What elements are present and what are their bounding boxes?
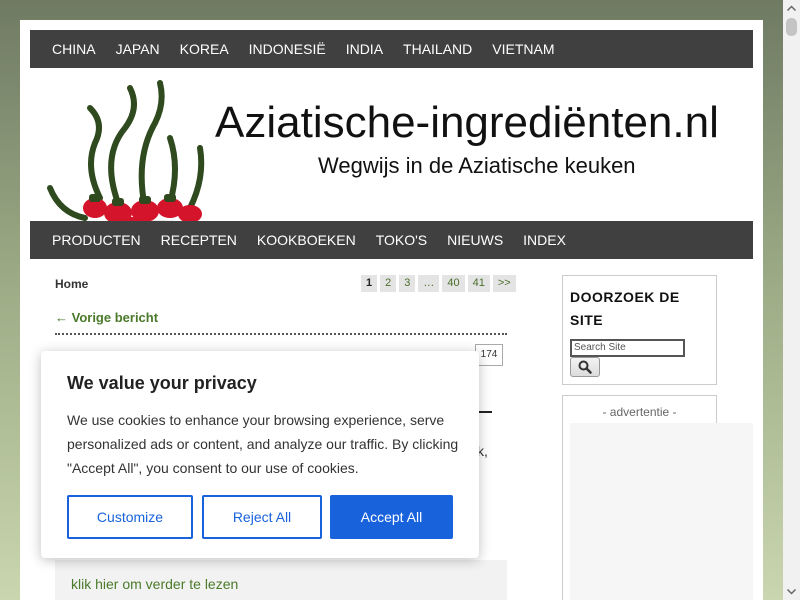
page-40[interactable]: 40 <box>442 275 465 292</box>
page-next[interactable]: >> <box>492 275 516 292</box>
nav-item-index[interactable]: INDEX <box>513 221 576 259</box>
main-nav: PRODUCTEN RECEPTEN KOOKBOEKEN TOKO'S NIE… <box>30 221 753 259</box>
top-nav: CHINA JAPAN KOREA INDONESIË INDIA THAILA… <box>30 30 753 68</box>
scrollbar[interactable] <box>783 0 800 600</box>
site-subtitle: Wegwijs in de Aziatische keuken <box>318 153 636 178</box>
customize-button[interactable]: Customize <box>67 495 193 539</box>
page-2[interactable]: 2 <box>380 275 397 292</box>
search-widget: DOORZOEK DE SITE Search Site <box>562 275 717 385</box>
nav-item-producten[interactable]: PRODUCTEN <box>30 221 151 259</box>
scroll-up-arrow-icon[interactable] <box>783 0 800 17</box>
scrollbar-thumb[interactable] <box>786 18 797 36</box>
search-widget-title: DOORZOEK DE SITE <box>570 289 680 328</box>
pagination: 1 2 3 … 40 41 >> <box>361 275 516 292</box>
nav-item-vietnam[interactable]: VIETNAM <box>482 30 564 68</box>
nav-item-india[interactable]: INDIA <box>336 30 393 68</box>
ad-label: - advertentie - <box>602 405 677 419</box>
cookie-dialog-text: We use cookies to enhance your browsing … <box>67 412 459 476</box>
site-banner[interactable]: Aziatische-ingrediënten.nl Wegwijs in de… <box>30 68 753 241</box>
nav-item-nieuws[interactable]: NIEUWS <box>437 221 513 259</box>
page-ellipsis: … <box>418 275 440 292</box>
nav-item-tokos[interactable]: TOKO'S <box>366 221 437 259</box>
site-title: Aziatische-ingrediënten.nl <box>215 98 719 147</box>
nav-item-china[interactable]: CHINA <box>30 30 106 68</box>
nav-item-thailand[interactable]: THAILAND <box>393 30 482 68</box>
page-1: 1 <box>361 275 378 292</box>
dotted-divider <box>55 333 507 335</box>
search-icon <box>578 360 592 374</box>
previous-post-link[interactable]: ← Vorige bericht <box>55 310 158 325</box>
nav-item-indonesie[interactable]: INDONESIË <box>239 30 336 68</box>
ad-widget: - advertentie - <box>562 395 753 600</box>
nav-item-korea[interactable]: KOREA <box>170 30 239 68</box>
search-button[interactable] <box>570 357 600 377</box>
read-more-link[interactable]: klik hier om verder te lezen <box>71 576 238 592</box>
breadcrumb-home[interactable]: Home <box>55 277 88 291</box>
accept-all-button[interactable]: Accept All <box>330 495 453 539</box>
nav-item-recepten[interactable]: RECEPTEN <box>151 221 247 259</box>
cookie-dialog-title: We value your privacy <box>67 373 257 393</box>
reject-all-button[interactable]: Reject All <box>202 495 322 539</box>
search-input[interactable]: Search Site <box>570 339 685 357</box>
nav-item-kookboeken[interactable]: KOOKBOEKEN <box>247 221 366 259</box>
page-41[interactable]: 41 <box>467 275 490 292</box>
cookie-consent-dialog: We value your privacy We use cookies to … <box>41 351 479 558</box>
nav-item-japan[interactable]: JAPAN <box>106 30 170 68</box>
page-3[interactable]: 3 <box>399 275 416 292</box>
ad-slot[interactable] <box>570 423 753 600</box>
chili-peppers-logo <box>47 80 210 233</box>
scroll-down-arrow-icon[interactable] <box>783 583 800 600</box>
comment-count-badge[interactable]: 174 <box>475 344 503 366</box>
